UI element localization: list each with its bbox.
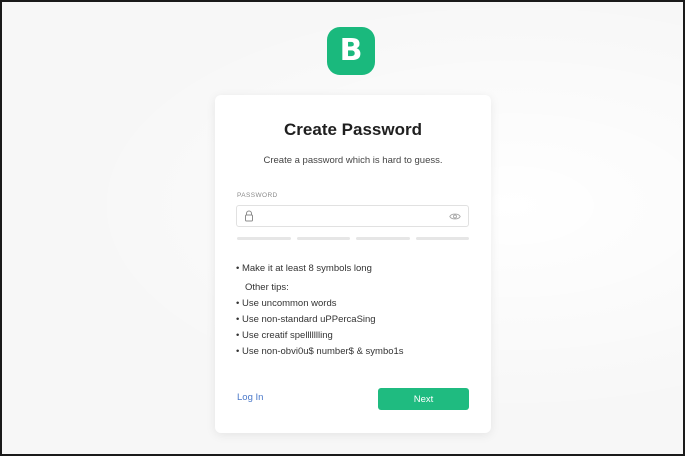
tip-item: Use non-standard uPPercaSing xyxy=(236,312,404,328)
password-strength-meter xyxy=(237,237,469,240)
page-title: Create Password xyxy=(284,120,422,139)
password-label: PASSWORD xyxy=(237,192,278,199)
strength-segment xyxy=(237,237,291,240)
brand-logo: B xyxy=(327,27,375,75)
eye-icon[interactable] xyxy=(449,212,461,221)
password-field[interactable] xyxy=(236,205,469,227)
login-link[interactable]: Log In xyxy=(237,392,263,403)
other-tips-heading: Other tips: xyxy=(245,282,289,293)
password-tips: Make it at least 8 symbols long Other ti… xyxy=(236,261,404,360)
tip-item: Use uncommon words xyxy=(236,296,404,312)
tip-item: Use creatif spellllllling xyxy=(236,328,404,344)
strength-segment xyxy=(356,237,410,240)
tip-item: Use non-obvi0u$ number$ & symbo1s xyxy=(236,344,404,360)
page-subtitle: Create a password which is hard to guess… xyxy=(263,155,443,166)
tip-primary: Make it at least 8 symbols long xyxy=(236,261,404,277)
strength-segment xyxy=(415,237,469,240)
lock-icon xyxy=(245,210,253,222)
next-button[interactable]: Next xyxy=(378,388,469,410)
strength-segment xyxy=(296,237,350,240)
create-password-card: Create Password Create a password which … xyxy=(215,95,491,433)
